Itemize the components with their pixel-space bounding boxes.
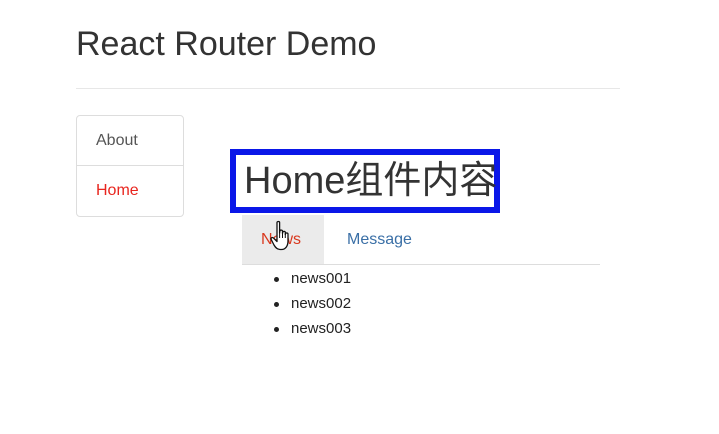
home-tabs: News Message — [242, 215, 600, 265]
list-item: news002 — [271, 291, 351, 316]
hand-pointer-icon — [270, 220, 289, 251]
sidebar-nav: About Home — [76, 115, 184, 217]
list-item: news003 — [271, 316, 351, 341]
page-title: React Router Demo — [76, 25, 377, 63]
news-list: news001 news002 news003 — [271, 266, 351, 341]
sidebar-item-about[interactable]: About — [77, 116, 183, 166]
header-divider — [76, 88, 620, 89]
tab-message[interactable]: Message — [347, 215, 412, 264]
home-heading: Home组件内容 — [230, 149, 500, 213]
sidebar-item-home[interactable]: Home — [77, 166, 183, 216]
list-item: news001 — [271, 266, 351, 291]
